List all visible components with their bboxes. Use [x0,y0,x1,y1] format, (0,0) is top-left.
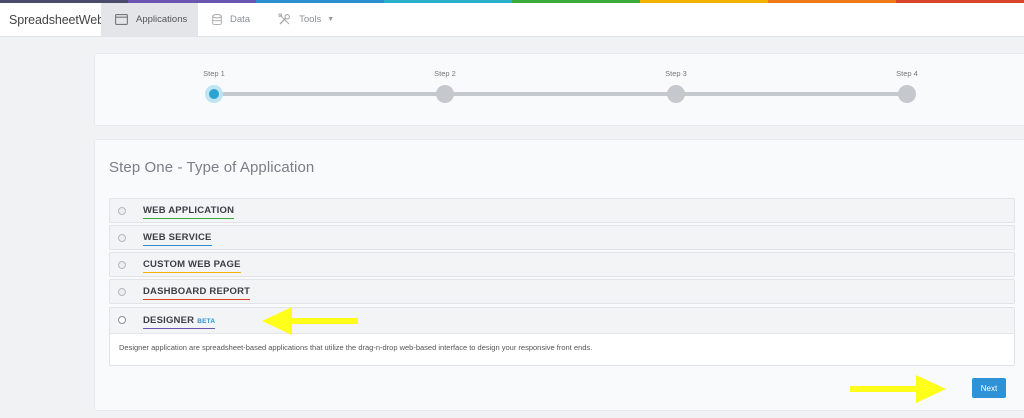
database-icon [212,13,222,26]
caret-down-icon: ▼ [327,16,335,23]
top-navigation: SpreadsheetWeb Applications Data Tools ▼ [0,3,1024,37]
option-dashboard-report[interactable]: DASHBOARD REPORT [109,279,1015,304]
beta-badge: BETA [197,318,216,325]
step-progress-line [214,92,907,96]
step-dot [436,85,454,103]
nav-item-data[interactable]: Data [198,3,264,36]
step-dot [898,85,916,103]
wizard-progress: Step 1 Step 2 Step 3 Step 4 [94,53,1024,126]
option-label: WEB SERVICE [143,232,212,246]
next-button[interactable]: Next [972,378,1006,398]
nav-item-label: Applications [136,14,188,25]
step-dot [667,85,685,103]
option-description: Designer application are spreadsheet-bas… [119,343,593,352]
tools-icon [278,13,291,26]
step-label: Step 3 [665,69,687,78]
brand-logo[interactable]: SpreadsheetWeb [0,3,104,36]
option-designer[interactable]: DESIGNER BETA Designer application are sp… [109,307,1015,366]
step-label: Step 1 [203,69,225,78]
step-dot-current [205,85,223,103]
radio-button-checked[interactable] [118,316,126,324]
option-label-wrap: DESIGNER BETA [143,315,216,329]
annotation-arrow-right-icon [850,375,946,403]
option-label: CUSTOM WEB PAGE [143,259,241,273]
option-web-service[interactable]: WEB SERVICE [109,225,1015,250]
page-title: Step One - Type of Application [109,159,315,176]
nav-item-label: Tools [299,14,322,25]
option-custom-web-page[interactable]: CUSTOM WEB PAGE [109,252,1015,277]
radio-button[interactable] [118,234,126,242]
option-label: DESIGNER [143,315,195,326]
radio-button[interactable] [118,207,126,215]
nav-item-applications[interactable]: Applications [101,3,198,36]
radio-button[interactable] [118,261,126,269]
step-label: Step 2 [434,69,456,78]
radio-button[interactable] [118,288,126,296]
nav-item-tools[interactable]: Tools ▼ [264,3,348,36]
nav-item-label: Data [230,14,251,25]
option-header[interactable]: DESIGNER BETA [110,308,1014,334]
application-type-panel: Step One - Type of Application WEB APPLI… [94,139,1024,411]
option-label: DASHBOARD REPORT [143,286,251,300]
option-label: WEB APPLICATION [143,205,235,219]
step-label: Step 4 [896,69,918,78]
window-icon [115,14,128,25]
annotation-arrow-left-icon [262,307,358,335]
option-web-application[interactable]: WEB APPLICATION [109,198,1015,223]
